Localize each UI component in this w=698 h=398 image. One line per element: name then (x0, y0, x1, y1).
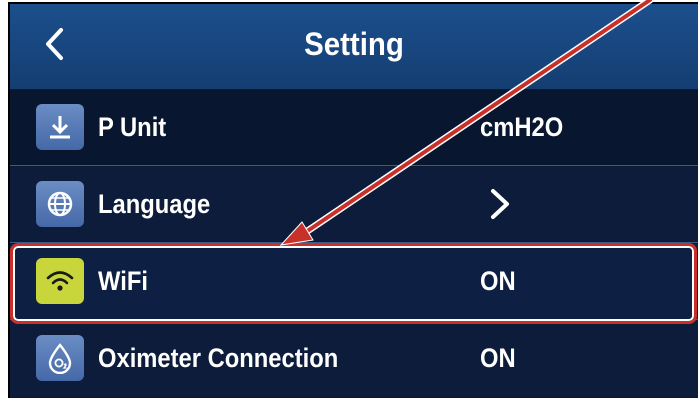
setting-label: WiFi (98, 266, 148, 296)
globe-icon (36, 181, 84, 227)
setting-row-oximeter-connection[interactable]: Oximeter Connection ON (10, 321, 698, 397)
setting-value: cmH2O (480, 112, 564, 142)
setting-row-p-unit[interactable]: P Unit cmH2O (10, 90, 698, 166)
setting-label: Oximeter Connection (98, 343, 339, 373)
download-icon (36, 104, 84, 150)
setting-row-language[interactable]: Language (10, 167, 698, 243)
setting-label: Language (98, 189, 211, 219)
setting-value: ON (480, 343, 516, 373)
wifi-icon (36, 258, 84, 304)
setting-value: ON (480, 266, 516, 296)
o2-drop-icon (36, 335, 84, 381)
page-title: Setting (304, 26, 404, 62)
chevron-right-icon (491, 189, 509, 219)
setting-label: P Unit (98, 112, 167, 142)
setting-row-wifi[interactable]: WiFi ON (10, 244, 698, 320)
settings-screen: Setting P Unit cmH2O Language WiFi ON Ox… (8, 2, 698, 398)
header-bar: Setting (10, 4, 698, 89)
